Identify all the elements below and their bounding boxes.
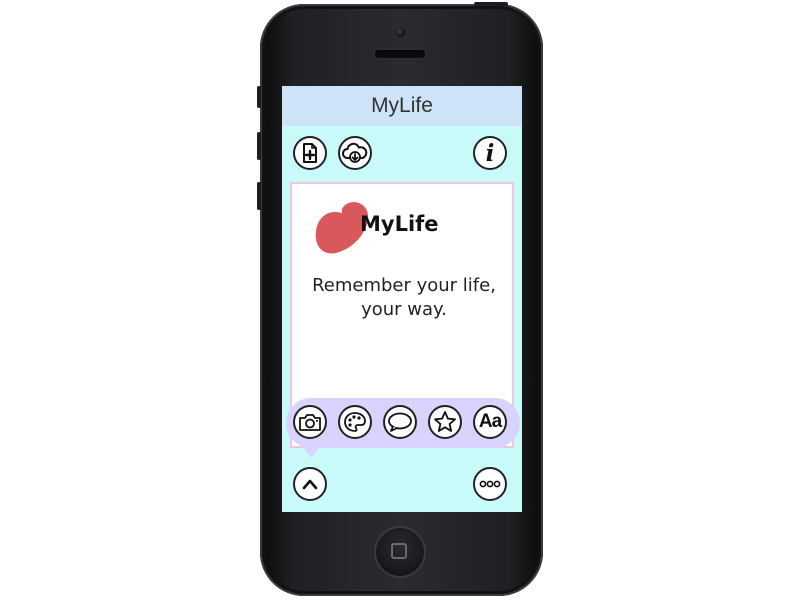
camera-icon: [299, 414, 321, 431]
cloud-download-icon: [342, 142, 368, 163]
star-button[interactable]: [428, 405, 462, 439]
app-title: MyLife: [371, 94, 433, 117]
palette-icon: [344, 412, 366, 432]
info-icon: i: [485, 139, 495, 167]
title-bar: MyLife: [282, 86, 522, 126]
power-button: [474, 2, 508, 6]
add-page-icon: [303, 143, 317, 163]
tagline: Remember your life, your way.: [312, 275, 496, 320]
more-button[interactable]: [473, 467, 507, 501]
cloud-download-button[interactable]: [338, 136, 372, 170]
palette-button[interactable]: [338, 405, 372, 439]
toggle-palette-button[interactable]: [293, 467, 327, 501]
home-square-icon: [391, 543, 407, 559]
new-page-button[interactable]: [293, 136, 327, 170]
text-style-button[interactable]: Aa: [473, 405, 507, 439]
card-logo-text: MyLife: [360, 212, 439, 236]
volume-up-button: [257, 132, 261, 160]
volume-down-button: [257, 182, 261, 210]
speech-bubble-button[interactable]: [383, 405, 417, 439]
text-icon: Aa: [478, 411, 502, 432]
mute-switch: [257, 86, 261, 108]
star-icon: [434, 411, 456, 432]
speech-bubble-icon: [388, 412, 412, 432]
home-button[interactable]: [374, 526, 426, 578]
info-button[interactable]: i: [473, 136, 507, 170]
earpiece-speaker: [375, 50, 425, 58]
chevron-up-icon: [302, 479, 318, 490]
tool-palette-pointer: [302, 446, 320, 458]
camera-button[interactable]: [293, 405, 327, 439]
app-screen: MyLife i MyLife Remember your life, your…: [282, 86, 522, 512]
front-camera: [396, 28, 405, 37]
more-icon: [479, 480, 501, 488]
